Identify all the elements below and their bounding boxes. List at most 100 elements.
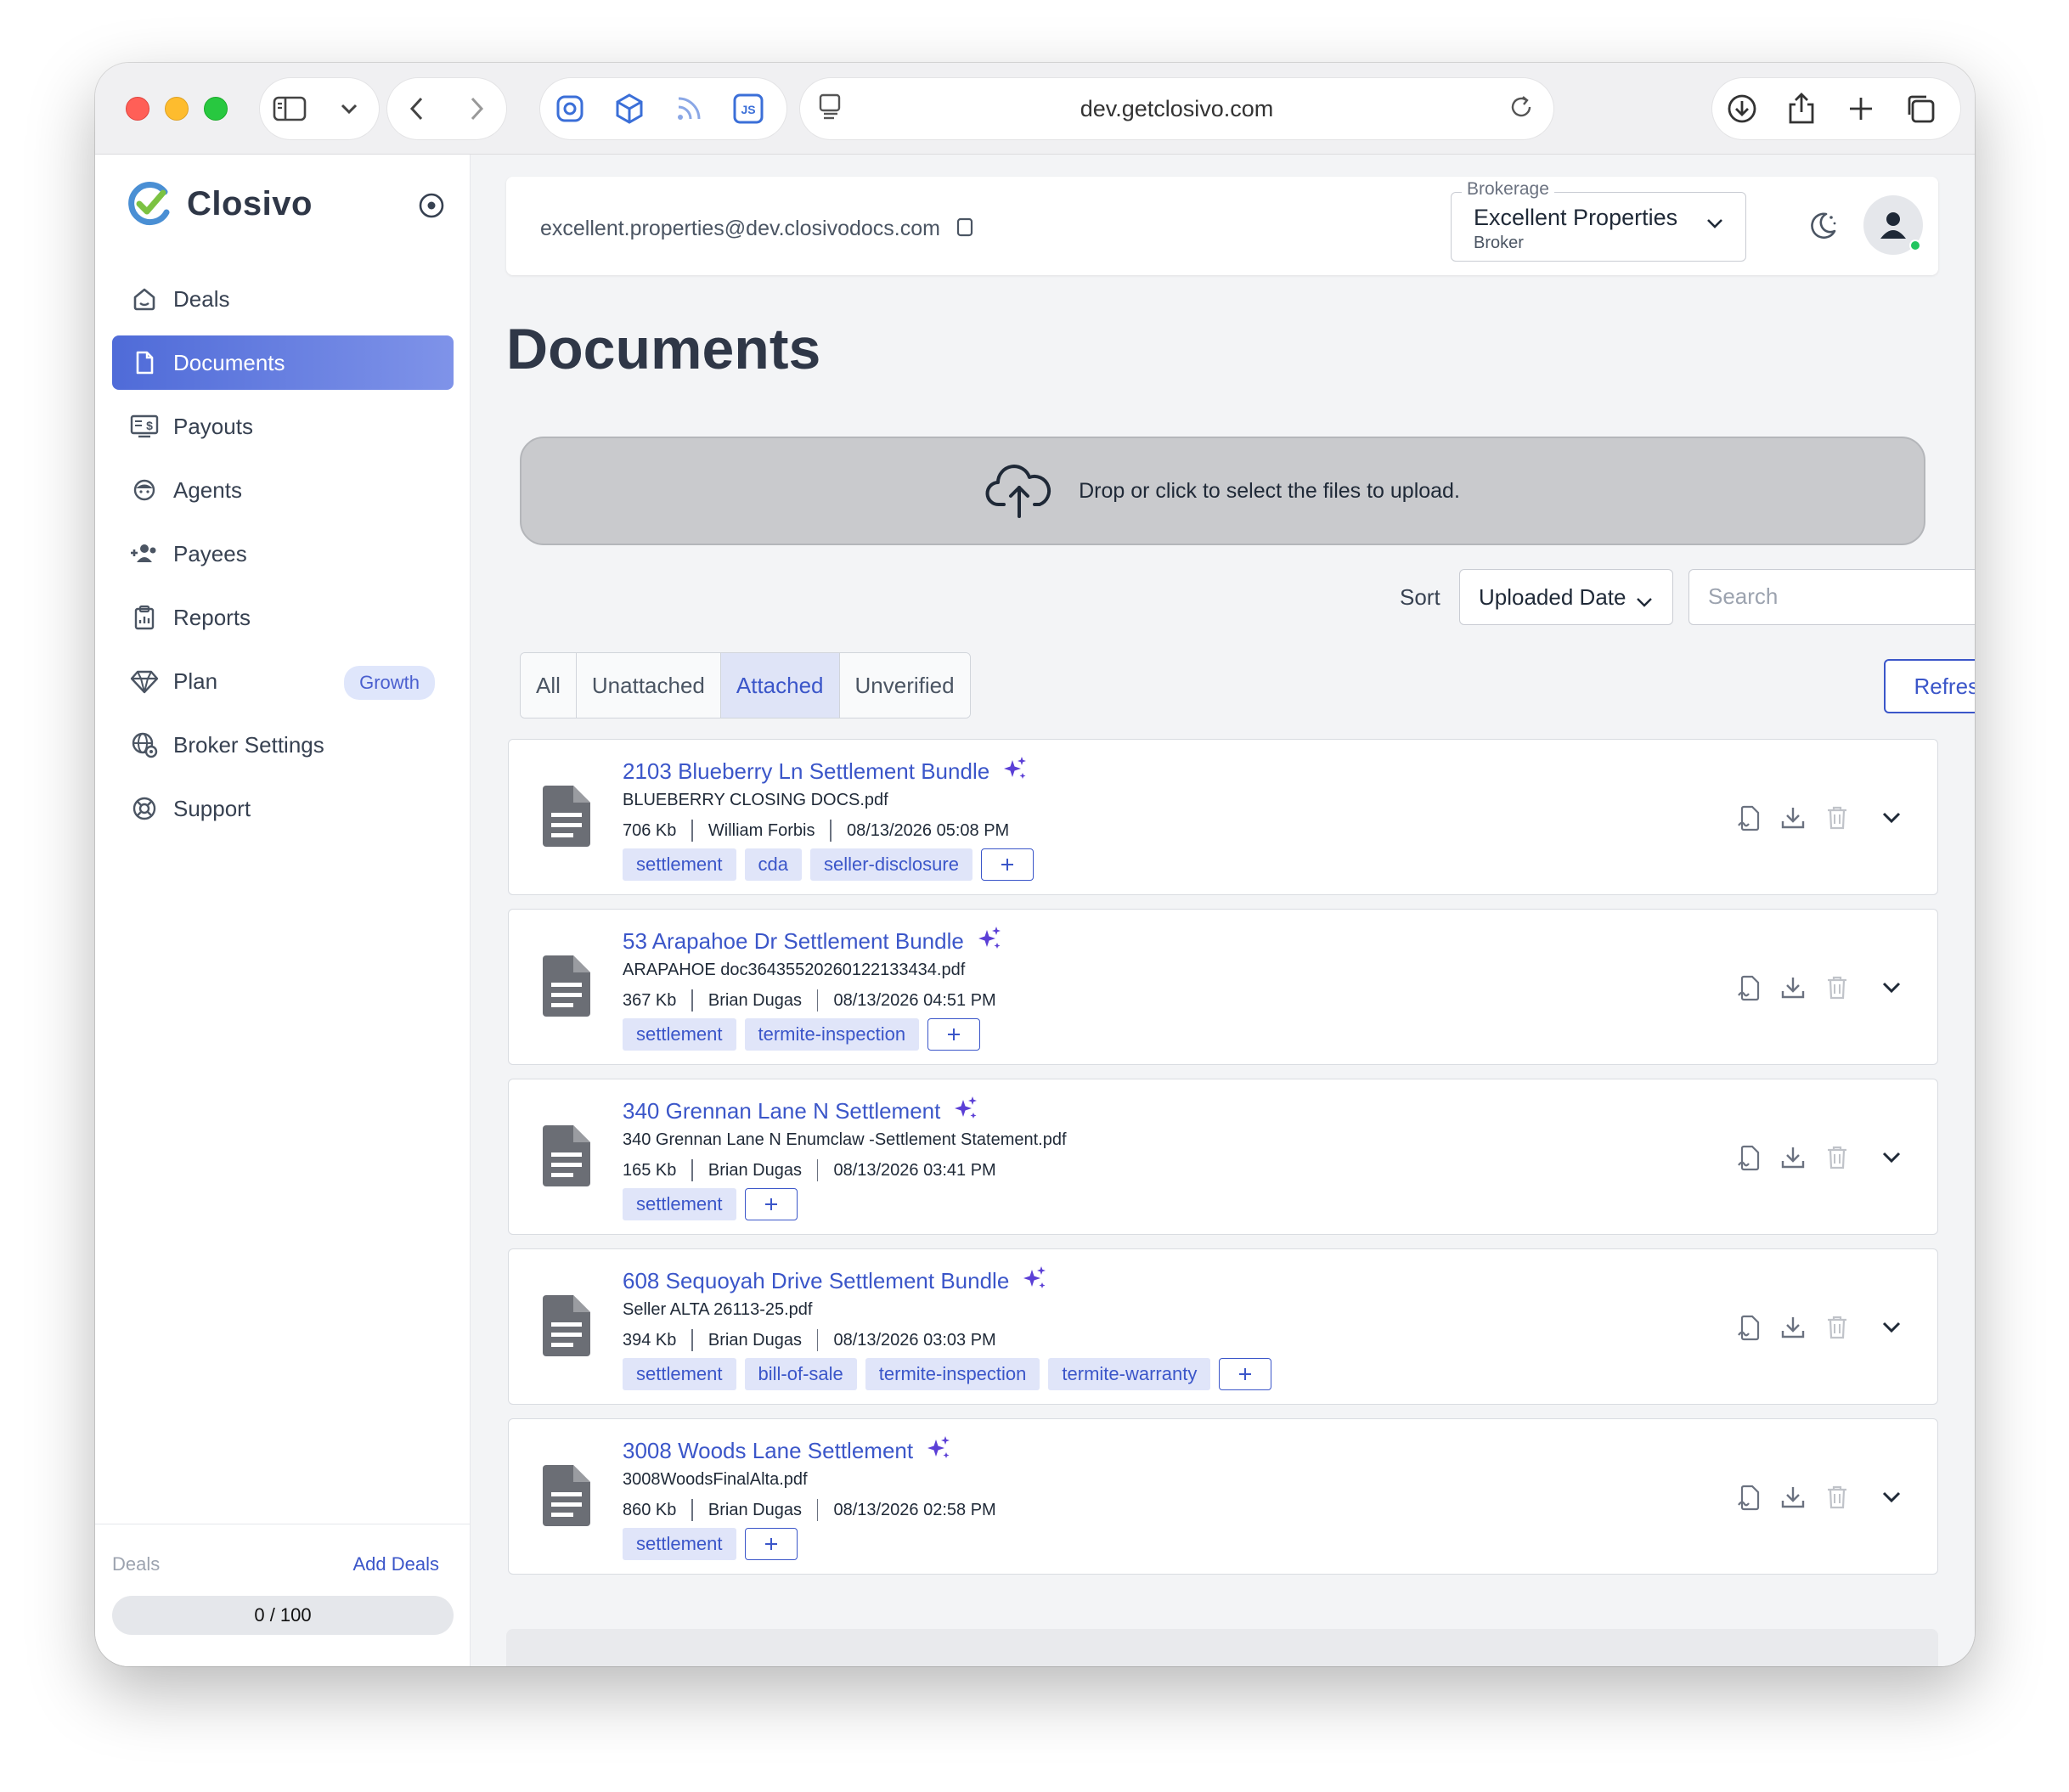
expand-chevron-icon[interactable] [1876,1312,1907,1343]
document-card[interactable]: 608 Sequoyah Drive Settlement Bundle Sel… [508,1248,1938,1405]
document-card[interactable]: 2103 Blueberry Ln Settlement Bundle BLUE… [508,739,1938,895]
reader-icon[interactable] [817,92,844,128]
new-tab-icon[interactable] [1831,78,1891,139]
sidebar-item-plan[interactable]: Plan Growth [112,654,454,708]
maximize-window-button[interactable] [204,97,228,121]
trash-icon[interactable] [1822,1142,1852,1173]
ai-sparkle-icon [952,1095,979,1128]
tab-overview-icon[interactable] [1891,78,1950,139]
collapse-sidebar-icon[interactable] [418,192,445,223]
tag[interactable]: termite-inspection [865,1358,1040,1390]
file-dropzone[interactable]: Drop or click to select the files to upl… [520,437,1925,545]
user-avatar[interactable] [1863,195,1923,255]
add-tag-button[interactable] [744,1188,798,1220]
brand[interactable]: Closivo [126,180,313,228]
document-card[interactable]: 340 Grennan Lane N Settlement 340 Grenna… [508,1079,1938,1235]
sort-select[interactable]: Uploaded Date [1459,569,1673,625]
top-bar: excellent.properties@dev.closivodocs.com… [506,177,1938,275]
meta-divider [816,989,819,1012]
sign-document-icon[interactable] [1734,803,1764,833]
sidebar-item-deals[interactable]: Deals [112,272,454,326]
add-tag-button[interactable] [1219,1358,1272,1390]
download-icon[interactable] [1778,1142,1808,1173]
expand-chevron-icon[interactable] [1876,972,1907,1003]
brokerage-select[interactable]: Brokerage Excellent Properties Broker [1451,179,1746,262]
sort-value: Uploaded Date [1479,583,1626,610]
meta-divider [816,1159,819,1181]
download-icon[interactable] [1712,78,1772,139]
document-card[interactable]: 53 Arapahoe Dr Settlement Bundle ARAPAHO… [508,909,1938,1065]
trash-icon[interactable] [1822,1482,1852,1513]
minimize-window-button[interactable] [165,97,189,121]
trash-icon[interactable] [1822,972,1852,1003]
sidebar-item-payouts[interactable]: $ Payouts [112,399,454,454]
add-tag-button[interactable] [980,848,1034,881]
expand-chevron-icon[interactable] [1876,1142,1907,1173]
share-icon[interactable] [1772,78,1831,139]
search-input[interactable] [1689,570,1961,623]
sidebar-item-agents[interactable]: Agents [112,463,454,517]
document-card[interactable]: 3008 Woods Lane Settlement 3008WoodsFina… [508,1418,1938,1575]
sidebar-item-reports[interactable]: Reports [112,590,454,645]
theme-toggle-icon[interactable] [1806,209,1840,247]
address-bar[interactable]: dev.getclosivo.com [800,78,1553,139]
add-deals-link[interactable]: Add Deals [352,1553,439,1575]
sign-document-icon[interactable] [1734,1312,1764,1343]
tab-attached[interactable]: Attached [720,653,840,718]
tag[interactable]: bill-of-sale [744,1358,857,1390]
document-title[interactable]: 340 Grennan Lane N Settlement [623,1095,979,1128]
copy-icon[interactable] [954,214,976,244]
document-title[interactable]: 3008 Woods Lane Settlement [623,1434,952,1468]
chevron-down-icon[interactable] [319,78,379,139]
tab-unverified[interactable]: Unverified [839,653,970,718]
download-icon[interactable] [1778,1312,1808,1343]
sidebar-item-payees[interactable]: Payees [112,527,454,581]
tag[interactable]: seller-disclosure [809,848,972,881]
forward-icon[interactable] [447,78,506,139]
extension-js-icon[interactable]: JS [719,78,778,139]
sidebar-item-documents[interactable]: Documents [112,335,454,390]
download-icon[interactable] [1778,972,1808,1003]
document-title[interactable]: 53 Arapahoe Dr Settlement Bundle [623,925,1003,958]
sign-document-icon[interactable] [1734,972,1764,1003]
sign-document-icon[interactable] [1734,1142,1764,1173]
document-title[interactable]: 2103 Blueberry Ln Settlement Bundle [623,755,1029,788]
add-tag-button[interactable] [744,1528,798,1560]
document-title[interactable]: 608 Sequoyah Drive Settlement Bundle [623,1265,1048,1298]
sign-document-icon[interactable] [1734,1482,1764,1513]
sidebar-item-support[interactable]: Support [112,781,454,836]
expand-chevron-icon[interactable] [1876,1482,1907,1513]
refresh-button[interactable]: Refresh [1884,659,1975,713]
tag[interactable]: termite-inspection [744,1018,920,1051]
sidebar-toggle-group [260,78,379,139]
close-window-button[interactable] [126,97,149,121]
reload-icon[interactable] [1508,93,1535,127]
extension-rss-icon[interactable] [659,78,719,139]
download-icon[interactable] [1778,1482,1808,1513]
document-actions [1720,1142,1907,1173]
brand-name: Closivo [187,184,313,223]
add-tag-button[interactable] [927,1018,981,1051]
browser-sidebar-icon[interactable] [260,78,319,139]
tag[interactable]: cda [744,848,802,881]
extension-cube-icon[interactable] [600,78,659,139]
download-icon[interactable] [1778,803,1808,833]
back-icon[interactable] [387,78,447,139]
sidebar-item-label: Support [173,795,251,821]
trash-icon[interactable] [1822,803,1852,833]
sidebar-item-label: Plan [173,668,218,694]
sidebar-item-broker-settings[interactable]: Broker Settings [112,718,454,772]
tab-unattached[interactable]: Unattached [576,653,721,718]
tag[interactable]: settlement [623,1018,736,1051]
tag[interactable]: settlement [623,1358,736,1390]
tab-all[interactable]: All [521,653,577,718]
lifebuoy-icon [129,793,160,824]
tag[interactable]: termite-warranty [1048,1358,1211,1390]
tag[interactable]: settlement [623,1188,736,1220]
document-filename: 3008WoodsFinalAlta.pdf [623,1470,808,1489]
extension-gear-icon[interactable] [540,78,600,139]
expand-chevron-icon[interactable] [1876,803,1907,833]
trash-icon[interactable] [1822,1312,1852,1343]
tag[interactable]: settlement [623,1528,736,1560]
tag[interactable]: settlement [623,848,736,881]
